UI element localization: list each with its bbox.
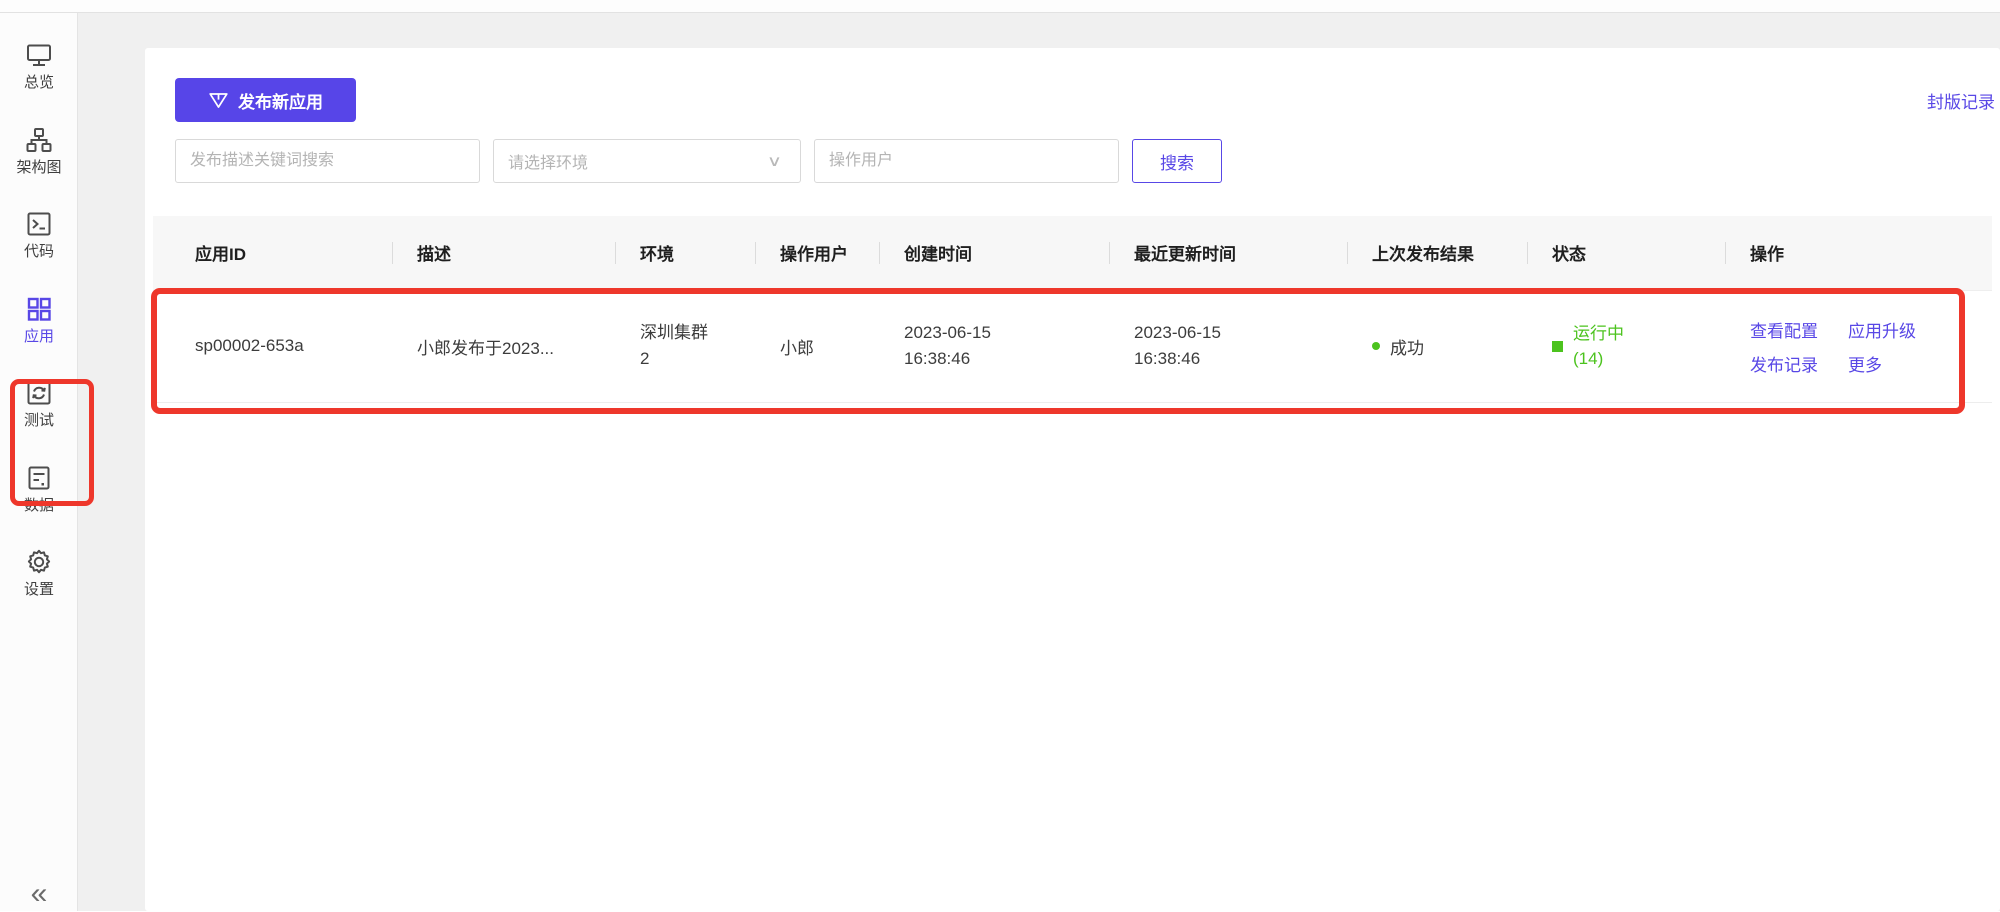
sidebar-item-applications[interactable]: 应用 xyxy=(0,295,78,346)
col-header-environment: 环境 xyxy=(616,216,756,290)
sidebar-item-label: 总览 xyxy=(24,75,54,92)
sync-icon xyxy=(25,379,53,407)
col-header-last-result: 上次发布结果 xyxy=(1348,216,1528,290)
col-header-created-time: 创建时间 xyxy=(880,216,1110,290)
content-card: 封版记录 发布新应用 请选择环境 ∨ 搜索 xyxy=(145,48,2000,911)
keyword-search-input[interactable] xyxy=(175,139,480,183)
sidebar-item-architecture[interactable]: 架构图 xyxy=(0,126,78,177)
col-header-app-id: 应用ID xyxy=(153,216,393,290)
sidebar-item-label: 设置 xyxy=(24,582,54,599)
action-view-config-link[interactable]: 查看配置 xyxy=(1750,317,1818,342)
cell-status: 运行中 (14) xyxy=(1528,290,1726,402)
environment-select[interactable]: 请选择环境 ∨ xyxy=(493,139,801,183)
cell-operator: 小郎 xyxy=(756,290,880,402)
col-header-description: 描述 xyxy=(393,216,616,290)
sitemap-icon xyxy=(25,126,53,154)
cell-actions: 查看配置 应用升级 发布记录 更多 xyxy=(1726,290,1992,402)
col-header-operator: 操作用户 xyxy=(756,216,880,290)
main-area: 封版记录 发布新应用 请选择环境 ∨ 搜索 xyxy=(78,13,2000,911)
table-header-row: 应用ID 描述 环境 操作用户 创建时间 最近更新时间 上次发布结果 状态 操作 xyxy=(153,216,1992,290)
gear-icon xyxy=(25,548,53,576)
action-upgrade-app-link[interactable]: 应用升级 xyxy=(1848,317,1916,342)
chevron-down-icon: ∨ xyxy=(767,152,782,170)
publish-button-label: 发布新应用 xyxy=(238,88,323,113)
terminal-icon xyxy=(25,210,53,238)
action-more-link[interactable]: 更多 xyxy=(1848,351,1916,376)
cell-environment: 深圳集群2 xyxy=(616,290,756,402)
running-square-icon xyxy=(1552,341,1563,352)
status-text: 运行中 xyxy=(1573,321,1624,346)
col-header-updated-time: 最近更新时间 xyxy=(1110,216,1348,290)
status-count: (14) xyxy=(1573,346,1624,371)
sidebar-collapse-icon[interactable]: « xyxy=(0,879,78,909)
applications-table: 应用ID 描述 环境 操作用户 创建时间 最近更新时间 上次发布结果 状态 操作 xyxy=(153,216,1992,403)
col-header-actions: 操作 xyxy=(1726,216,1992,290)
database-icon xyxy=(25,464,53,492)
top-strip xyxy=(0,0,2000,13)
publish-new-app-button[interactable]: 发布新应用 xyxy=(175,78,356,122)
send-icon xyxy=(208,90,229,111)
seal-record-link[interactable]: 封版记录 xyxy=(1927,88,1995,113)
sidebar-item-label: 架构图 xyxy=(16,160,61,177)
app-grid-icon xyxy=(25,295,53,323)
sidebar-item-label: 应用 xyxy=(24,329,54,346)
cell-app-id: sp00002-653a xyxy=(153,290,393,402)
sidebar-item-overview[interactable]: 总览 xyxy=(0,41,78,92)
sidebar-item-settings[interactable]: 设置 xyxy=(0,548,78,599)
cell-last-result: 成功 xyxy=(1348,290,1528,402)
sidebar-item-test[interactable]: 测试 xyxy=(0,379,78,430)
sidebar-item-data[interactable]: 数据 xyxy=(0,464,78,515)
cell-created-time: 2023-06-15 16:38:46 xyxy=(880,290,1110,402)
filter-bar: 请选择环境 ∨ 搜索 xyxy=(175,139,1222,183)
last-result-text: 成功 xyxy=(1390,334,1424,359)
cell-description: 小郎发布于2023... xyxy=(393,290,616,402)
col-header-status: 状态 xyxy=(1528,216,1726,290)
success-dot-icon xyxy=(1372,342,1380,350)
search-button[interactable]: 搜索 xyxy=(1132,139,1222,183)
sidebar: 总览 架构图 代码 xyxy=(0,13,78,911)
cell-updated-time: 2023-06-15 16:38:46 xyxy=(1110,290,1348,402)
monitor-icon xyxy=(25,41,53,69)
sidebar-item-code[interactable]: 代码 xyxy=(0,210,78,261)
environment-select-placeholder: 请选择环境 xyxy=(508,149,588,173)
table-row[interactable]: sp00002-653a 小郎发布于2023... 深圳集群2 小郎 2023-… xyxy=(153,290,1992,402)
operator-user-input[interactable] xyxy=(814,139,1119,183)
sidebar-item-label: 数据 xyxy=(24,498,54,515)
action-release-records-link[interactable]: 发布记录 xyxy=(1750,351,1818,376)
sidebar-item-label: 代码 xyxy=(24,244,54,261)
sidebar-item-label: 测试 xyxy=(24,413,54,430)
